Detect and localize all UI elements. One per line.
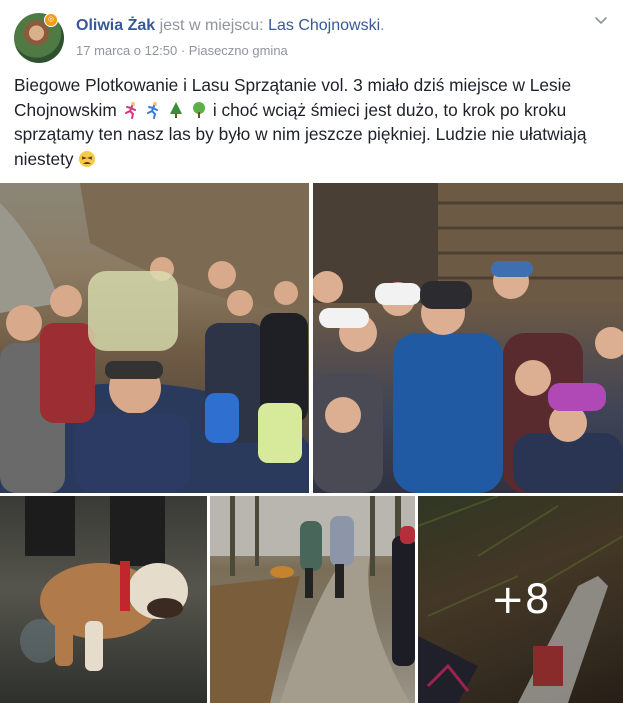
chevron-down-icon[interactable] <box>593 12 609 28</box>
photo-group-left-scene <box>0 183 309 493</box>
post-text: Biegowe Plotkowanie i Lasu Sprzątanie vo… <box>14 73 609 171</box>
place-suffix: . <box>380 17 385 34</box>
photo-dog-scene <box>20 496 188 671</box>
photo-group-right-scene <box>313 183 623 493</box>
post-timestamp-link[interactable]: 17 marca o 12:50 <box>76 43 177 58</box>
photo-group-left[interactable] <box>0 183 309 493</box>
photo-group-right[interactable] <box>313 183 623 493</box>
photo-forest-path-scene <box>210 496 415 703</box>
evergreen-tree-emoji-icon <box>170 101 183 118</box>
place-link[interactable]: Las Chojnowski <box>268 17 380 34</box>
photo-dog[interactable] <box>0 496 207 703</box>
runner-emoji-icon <box>124 101 136 119</box>
tired-face-emoji-icon <box>79 150 96 167</box>
facebook-post: ◎ Oliwia Żak jest w miejscu: Las Chojnow… <box>0 0 623 703</box>
photo-forest-path[interactable] <box>210 496 415 703</box>
more-photos-count[interactable]: +8 <box>418 496 623 703</box>
author-name-link[interactable]: Oliwia Żak <box>76 17 155 34</box>
post-meta: 17 marca o 12:50 · Piaseczno gmina <box>76 43 288 58</box>
location-link[interactable]: Piaseczno gmina <box>189 43 288 58</box>
avatar-badge-icon: ◎ <box>44 13 58 27</box>
meta-separator: · <box>180 43 186 58</box>
checkin-label: jest w miejscu: <box>159 17 264 34</box>
post-header: ◎ Oliwia Żak jest w miejscu: Las Chojnow… <box>0 0 623 70</box>
runner-emoji-icon <box>147 101 159 119</box>
deciduous-tree-emoji-icon <box>193 101 206 118</box>
photo-bottle-more[interactable]: +8 <box>418 496 623 703</box>
post-title-line: Oliwia Żak jest w miejscu: Las Chojnowsk… <box>76 17 385 35</box>
